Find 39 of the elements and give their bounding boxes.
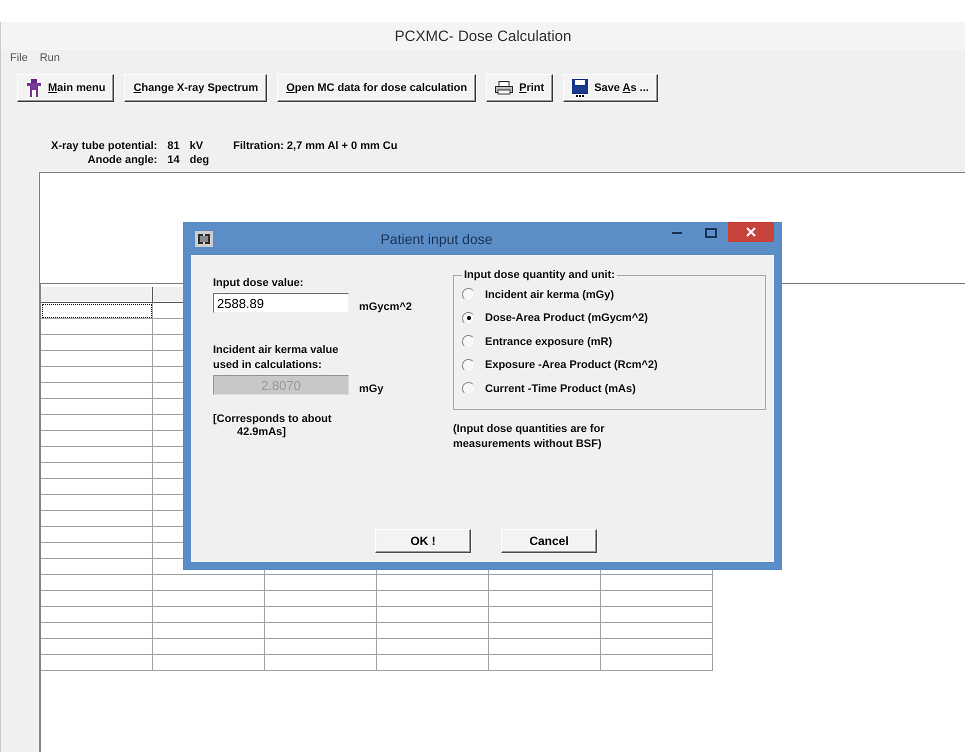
radio-option[interactable]: Current -Time Product (mAs): [462, 377, 755, 400]
toolbar-button[interactable]: Save As ...: [563, 74, 658, 102]
toolbar-button[interactable]: Change X-ray Spectrum: [124, 74, 268, 102]
tube-potential-unit: kV: [190, 140, 204, 152]
dose-note: (Input dose quantities are for measurements without BSF): [453, 422, 606, 452]
toolbar-button[interactable]: Main menu: [17, 74, 114, 102]
kerma-label: Incident air kerma value used in calculations:: [213, 343, 340, 373]
mas-value: 42.9mAs]: [237, 426, 287, 438]
printer-icon: [495, 81, 514, 95]
minimize-icon: [672, 231, 682, 235]
menu-item[interactable]: Run: [38, 52, 61, 64]
toolbar-button[interactable]: Open MC data for dose calculation: [277, 74, 476, 102]
tube-potential-label: X-ray tube potential:: [51, 140, 158, 152]
radio-option[interactable]: Exposure -Area Product (Rcm^2): [462, 354, 755, 377]
anode-angle-unit: deg: [190, 154, 210, 166]
dialog-title: Patient input dose: [379, 230, 494, 246]
dose-quantity-group: Input dose quantity and unit: Incident air kerma (mGy) Dose-Area Product (mGycm^2) Entrance exposure (mR) Exposure -Area Product (Rcm^2) Current -Time Product (mAs): [453, 269, 766, 410]
dialog-button[interactable]: Cancel: [501, 529, 597, 553]
figure-icon: [26, 79, 42, 97]
close-icon: [746, 227, 756, 237]
tube-potential-value: 81: [167, 140, 180, 152]
anode-angle-value: 14: [167, 154, 180, 166]
anode-angle-label: Anode angle:: [86, 154, 158, 166]
mas-note: [Corresponds to about: [213, 413, 333, 425]
menu-item[interactable]: File: [9, 52, 29, 64]
radio-option[interactable]: Dose-Area Product (mGycm^2): [462, 306, 755, 330]
input-dose-unit: mGycm^2: [359, 301, 412, 313]
window-title: PCXMC- Dose Calculation: [394, 28, 572, 44]
radio-option[interactable]: Incident air kerma (mGy): [462, 283, 755, 306]
toolbar-button[interactable]: Print: [486, 74, 554, 102]
kerma-unit: mGy: [359, 383, 384, 395]
close-button[interactable]: [728, 222, 774, 242]
input-dose-label: Input dose value:: [213, 277, 304, 289]
app-icon: [195, 230, 213, 246]
input-dose-field[interactable]: 2588.89: [213, 293, 349, 313]
radio-option[interactable]: Entrance exposure (mR): [462, 330, 755, 354]
dialog-button[interactable]: OK !: [375, 529, 471, 553]
maximize-icon: [705, 228, 717, 238]
filtration-text: Filtration: 2,7 mm Al + 0 mm Cu: [233, 140, 398, 152]
